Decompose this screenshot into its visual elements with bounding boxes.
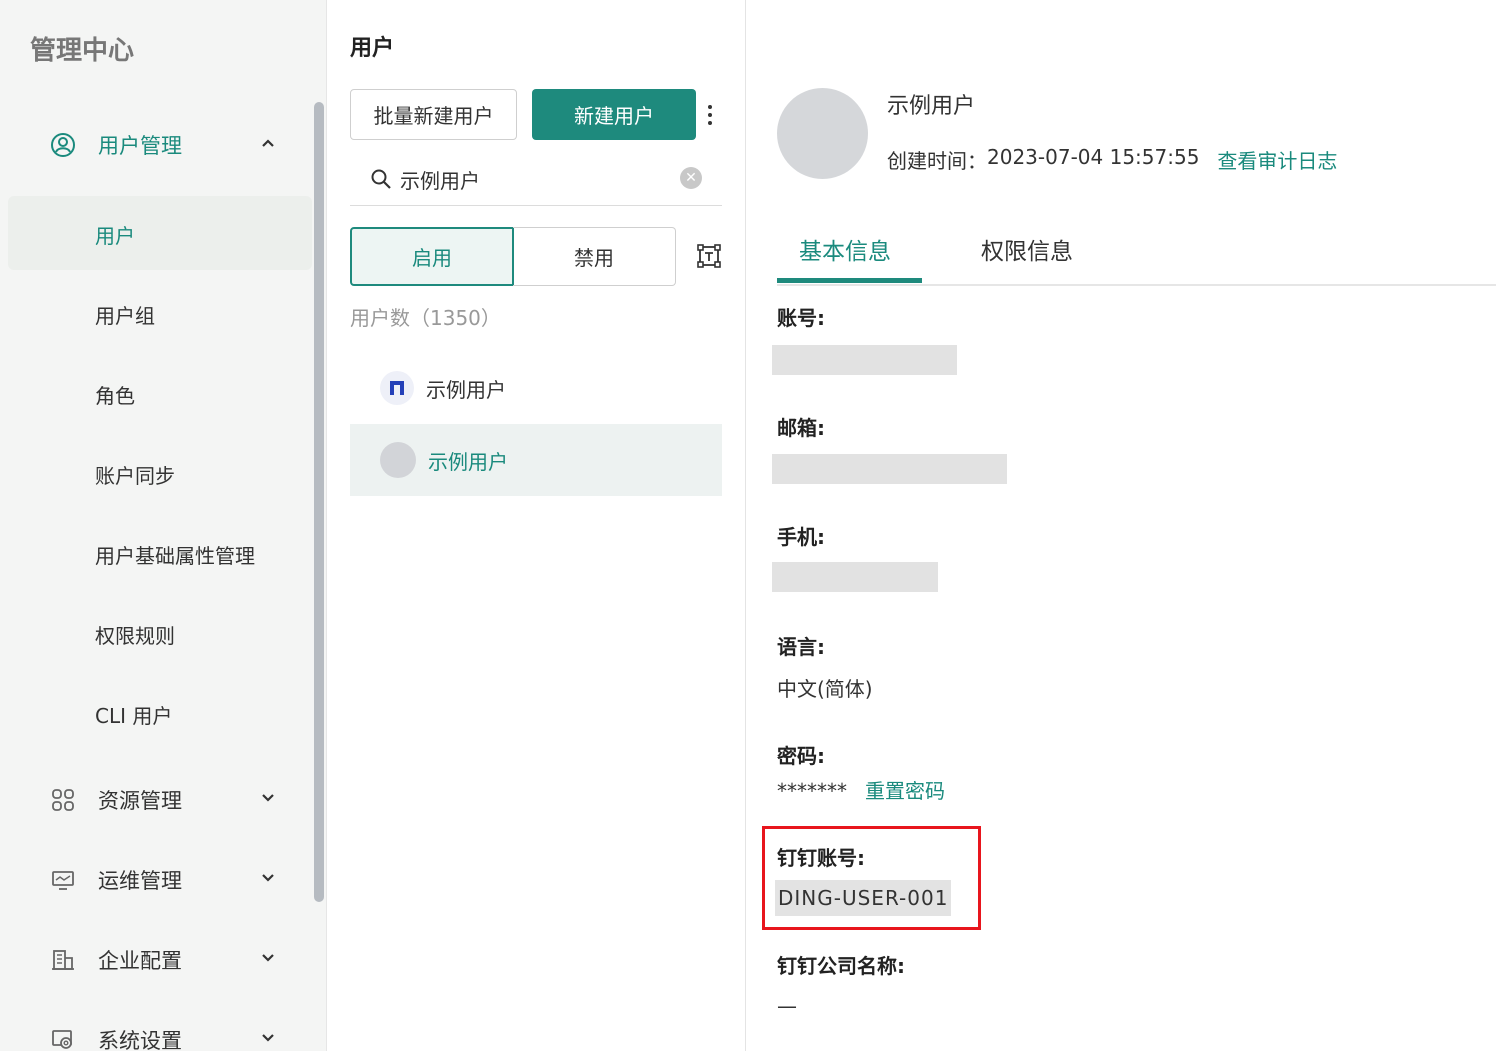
detail-tabs: 基本信息 权限信息: [777, 224, 1496, 286]
dingtalk-account-label: 钉钉账号:: [777, 846, 865, 870]
sidebar-item-roles[interactable]: 角色: [95, 380, 135, 409]
more-options-icon[interactable]: [700, 100, 720, 130]
user-circle-icon: [50, 132, 76, 158]
sidebar-item-permission-rules[interactable]: 权限规则: [95, 620, 175, 649]
created-label: 创建时间：: [887, 149, 987, 173]
created-value: 2023-07-04 15:57:55: [987, 145, 1200, 169]
user-detail-panel: 示例用户 创建时间： 2023-07-04 15:57:55 查看审计日志 基本…: [747, 0, 1496, 1051]
filter-icon[interactable]: [696, 243, 722, 269]
tab-enabled[interactable]: 启用: [350, 227, 514, 286]
search-box: ✕: [350, 154, 722, 206]
monitor-icon: [50, 867, 76, 893]
phone-value-redacted: [772, 562, 938, 592]
email-value-redacted: [772, 454, 1007, 484]
settings-icon: [50, 1027, 76, 1051]
search-icon: [370, 168, 392, 190]
account-value-redacted: [772, 345, 957, 375]
active-item-highlight: [8, 196, 312, 270]
batch-create-users-button[interactable]: 批量新建用户: [350, 89, 517, 140]
sidebar-item-user-attributes[interactable]: 用户基础属性管理: [95, 540, 255, 569]
chevron-down-icon: [258, 1028, 278, 1048]
create-user-button[interactable]: 新建用户: [532, 89, 696, 140]
nav-group-resource-management[interactable]: 资源管理: [50, 780, 290, 820]
active-tab-indicator: [777, 278, 922, 283]
user-meta: 创建时间： 2023-07-04 15:57:55 查看审计日志: [887, 145, 1337, 174]
user-name: 示例用户: [426, 377, 506, 402]
sidebar-item-cli-users[interactable]: CLI 用户: [95, 700, 172, 729]
tab-disabled[interactable]: 禁用: [513, 227, 676, 286]
nav-group-label: 企业配置: [98, 949, 182, 973]
password-label: 密码:: [777, 744, 825, 768]
reset-password-link[interactable]: 重置密码: [865, 779, 945, 803]
email-label: 邮箱:: [777, 416, 825, 440]
dingtalk-logo-icon: [380, 371, 414, 405]
search-input[interactable]: [400, 164, 670, 194]
app-title: 管理中心: [30, 36, 135, 66]
building-icon: [50, 947, 76, 973]
tab-permission-info[interactable]: 权限信息: [981, 232, 1073, 266]
avatar: [777, 88, 868, 179]
chevron-up-icon: [258, 133, 278, 153]
user-count: 用户数（1350）: [350, 306, 501, 330]
language-value: 中文(简体): [777, 677, 873, 701]
account-label: 账号:: [777, 306, 825, 330]
user-display-name: 示例用户: [887, 94, 976, 119]
nav-group-enterprise-config[interactable]: 企业配置: [50, 940, 290, 980]
list-item[interactable]: 示例用户: [350, 424, 722, 496]
nav-group-label: 资源管理: [98, 789, 182, 813]
clear-search-icon[interactable]: ✕: [680, 167, 702, 189]
password-row: ******* 重置密码: [777, 775, 945, 804]
sidebar-item-users[interactable]: 用户: [95, 220, 135, 249]
nav-group-label: 系统设置: [98, 1029, 182, 1051]
phone-label: 手机:: [777, 525, 825, 549]
dingtalk-account-value: DING-USER-001: [775, 880, 952, 916]
sidebar-item-user-groups[interactable]: 用户组: [95, 300, 155, 329]
sidebar-item-account-sync[interactable]: 账户同步: [95, 460, 175, 489]
nav-group-system-settings[interactable]: 系统设置: [50, 1020, 290, 1051]
page-title: 用户: [350, 36, 395, 61]
tab-basic-info[interactable]: 基本信息: [799, 232, 891, 266]
avatar: [380, 442, 416, 478]
language-label: 语言:: [777, 635, 825, 659]
chevron-down-icon: [258, 868, 278, 888]
sidebar-scrollbar[interactable]: [314, 102, 324, 902]
nav-group-user-management[interactable]: 用户管理: [50, 125, 290, 165]
grid-icon: [50, 787, 76, 813]
list-item[interactable]: 示例用户: [350, 352, 722, 424]
nav-group-label: 运维管理: [98, 869, 182, 893]
dingtalk-company-value: —: [777, 994, 797, 1018]
password-value: *******: [777, 779, 847, 803]
user-list-panel: 用户 批量新建用户 新建用户 ✕ 启用 禁用 用户数（1350） 示例用户 示例…: [328, 0, 746, 1051]
chevron-down-icon: [258, 788, 278, 808]
audit-log-link[interactable]: 查看审计日志: [1217, 145, 1337, 174]
nav-group-label: 用户管理: [98, 134, 182, 158]
user-name: 示例用户: [428, 449, 508, 474]
dingtalk-company-label: 钉钉公司名称:: [777, 954, 905, 978]
nav-group-ops-management[interactable]: 运维管理: [50, 860, 290, 900]
chevron-down-icon: [258, 948, 278, 968]
sidebar: 管理中心 用户管理 用户 用户组 角色 账户同步 用户基础属性管理 权限规则 C…: [0, 0, 327, 1051]
